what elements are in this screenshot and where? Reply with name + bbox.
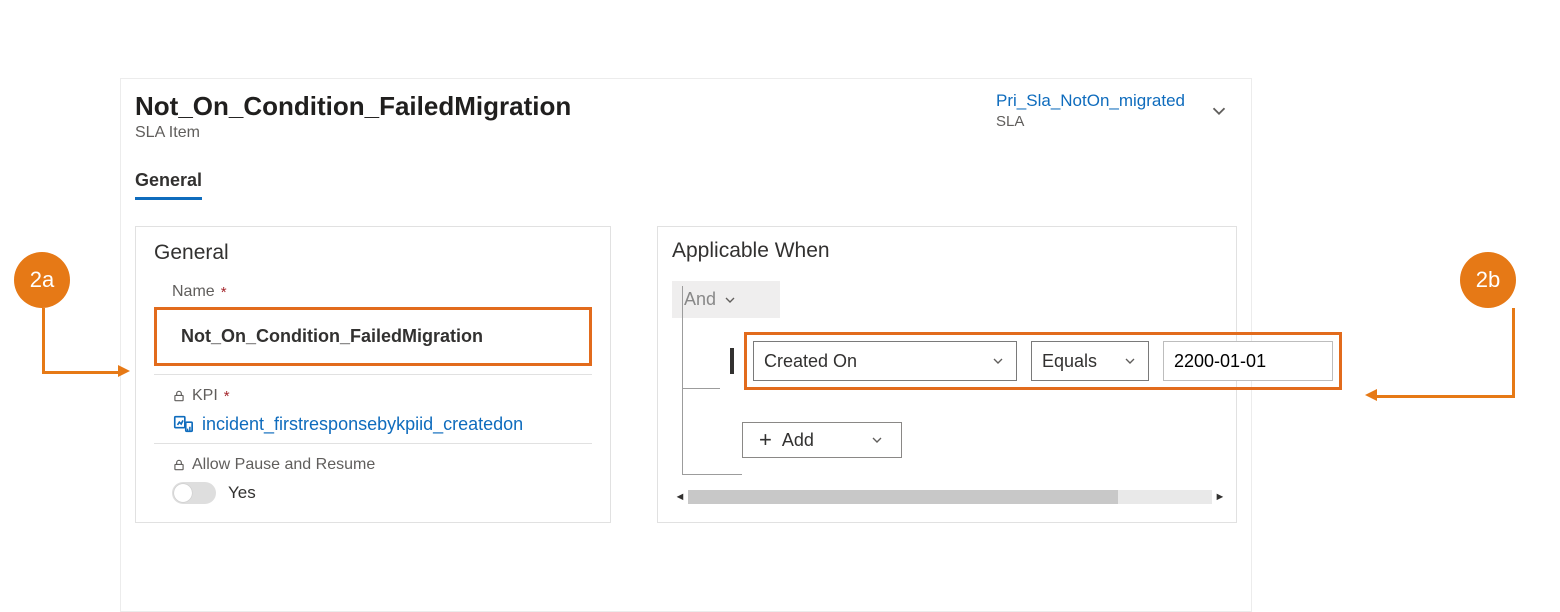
required-marker: *	[224, 388, 230, 405]
callout-2a-arrowhead	[118, 365, 130, 377]
applicable-when-panel: Applicable When And Created On	[657, 226, 1237, 523]
allow-pause-label-row: Allow Pause and Resume	[172, 456, 592, 474]
chevron-down-icon[interactable]	[1207, 99, 1231, 123]
horizontal-scrollbar[interactable]: ◄ ►	[672, 488, 1234, 506]
allow-pause-label: Allow Pause and Resume	[192, 456, 375, 474]
callout-2b-arrowhead	[1365, 389, 1377, 401]
tree-line	[682, 286, 683, 474]
condition-field-text: Created On	[764, 351, 857, 372]
condition-checkbox[interactable]	[730, 348, 734, 374]
tree-line	[682, 388, 720, 389]
allow-pause-toggle[interactable]	[172, 482, 216, 504]
scroll-right-arrow-icon[interactable]: ►	[1212, 491, 1228, 503]
chevron-down-icon	[1122, 353, 1138, 369]
kpi-text: incident_firstresponsebykpiid_createdon	[202, 414, 523, 435]
divider	[154, 443, 592, 444]
kpi-field-value[interactable]: incident_firstresponsebykpiid_createdon	[172, 413, 592, 435]
applicable-when-title: Applicable When	[672, 239, 1234, 263]
tab-bar: General	[121, 170, 1251, 200]
condition-highlight: Created On Equals	[744, 332, 1342, 390]
panels-row: General Name * Not_On_Condition_FailedMig…	[121, 200, 1251, 523]
chevron-down-icon	[722, 292, 738, 308]
condition-tree: Created On Equals	[672, 326, 1234, 458]
allow-pause-toggle-row: Yes	[172, 482, 592, 504]
callout-2b-arrow	[1375, 308, 1515, 398]
sla-reference-label: SLA	[996, 113, 1185, 130]
kpi-icon	[172, 413, 194, 435]
lock-icon	[172, 458, 186, 472]
chevron-down-icon	[869, 432, 885, 448]
condition-operator-text: Equals	[1042, 351, 1097, 372]
name-field-label-row: Name *	[172, 283, 592, 301]
general-panel-title: General	[154, 241, 592, 265]
plus-icon: +	[759, 429, 772, 451]
scroll-track[interactable]	[688, 490, 1212, 504]
header-right: Pri_Sla_NotOn_migrated SLA	[996, 91, 1231, 130]
callout-2a: 2a	[14, 252, 70, 308]
callout-2b: 2b	[1460, 252, 1516, 308]
divider	[154, 374, 592, 375]
add-condition-button[interactable]: + Add	[742, 422, 902, 458]
name-field-value[interactable]: Not_On_Condition_FailedMigration	[154, 307, 592, 366]
required-marker: *	[221, 284, 227, 301]
entity-subtitle: SLA Item	[135, 124, 571, 142]
form-header: Not_On_Condition_FailedMigration SLA Ite…	[121, 79, 1251, 142]
chevron-down-icon	[990, 353, 1006, 369]
sla-reference-link[interactable]: Pri_Sla_NotOn_migrated	[996, 91, 1185, 111]
form-page: Not_On_Condition_FailedMigration SLA Ite…	[120, 78, 1252, 612]
condition-operator-dropdown[interactable]: Equals	[1031, 341, 1149, 381]
condition-field-dropdown[interactable]: Created On	[753, 341, 1017, 381]
condition-value-input[interactable]	[1163, 341, 1333, 381]
and-group-button[interactable]: And	[672, 281, 780, 318]
sla-reference: Pri_Sla_NotOn_migrated SLA	[996, 91, 1185, 130]
add-label: Add	[782, 430, 814, 451]
scroll-left-arrow-icon[interactable]: ◄	[672, 491, 688, 503]
kpi-field-label-row: KPI *	[172, 387, 592, 405]
callout-2a-arrow	[42, 308, 120, 374]
lock-icon	[172, 389, 186, 403]
page-title: Not_On_Condition_FailedMigration	[135, 91, 571, 122]
tree-line	[682, 474, 742, 475]
general-panel: General Name * Not_On_Condition_FailedMig…	[135, 226, 611, 523]
condition-row: Created On Equals	[726, 326, 1234, 396]
kpi-field-label: KPI	[192, 387, 218, 405]
and-label: And	[684, 289, 716, 310]
header-left: Not_On_Condition_FailedMigration SLA Ite…	[135, 91, 571, 142]
tab-general[interactable]: General	[135, 170, 202, 200]
allow-pause-value: Yes	[228, 483, 256, 503]
name-field-label: Name	[172, 283, 215, 301]
scroll-thumb[interactable]	[688, 490, 1118, 504]
